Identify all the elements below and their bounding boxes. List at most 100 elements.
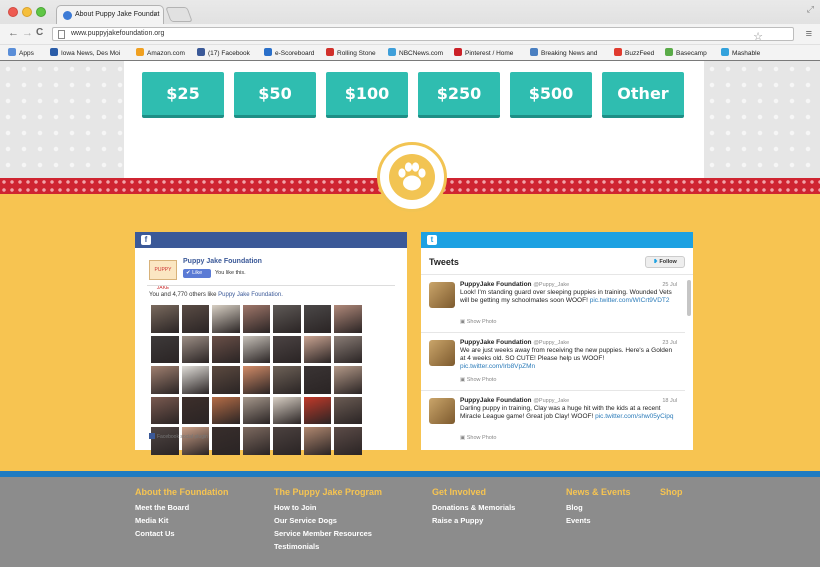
bookmark-item[interactable]: Breaking News and [530,48,597,57]
fullscreen-icon[interactable]: ⤢ [807,4,814,15]
bookmark-item[interactable]: Rolling Stone [326,48,376,57]
tweet-avatar[interactable] [429,282,455,308]
tweet-avatar[interactable] [429,340,455,366]
fan-avatar[interactable] [151,396,179,424]
tweet-link[interactable]: pic.twitter.com/WICrt9VDT2 [590,297,670,304]
fan-avatar[interactable] [334,335,362,363]
footer-link[interactable]: Media Kit [135,514,228,527]
footer-link[interactable]: Service Member Resources [274,527,382,540]
bookmark-item[interactable]: e-Scoreboard [264,48,314,57]
fan-avatar[interactable] [212,305,240,333]
footer-heading[interactable]: Get Involved [432,487,515,497]
bookmark-item[interactable]: Basecamp [665,48,707,57]
close-window-button[interactable] [8,7,18,17]
fan-avatar[interactable] [303,427,331,455]
fan-avatar[interactable] [242,335,270,363]
fan-avatar[interactable] [242,366,270,394]
footer-link[interactable]: Raise a Puppy [432,514,515,527]
fan-avatar[interactable] [181,305,209,333]
footer-link[interactable]: Testimonials [274,540,382,553]
fan-avatar[interactable] [273,335,301,363]
fan-avatar[interactable] [334,427,362,455]
fan-avatar[interactable] [273,366,301,394]
footer-link[interactable]: Donations & Memorials [432,501,515,514]
bookmark-item[interactable]: (17) Facebook [197,48,250,57]
bookmark-item[interactable]: Amazon.com [136,48,185,57]
fan-avatar[interactable] [303,305,331,333]
fan-avatar[interactable] [273,427,301,455]
footer-link[interactable]: How to Join [274,501,382,514]
minimize-window-button[interactable] [22,7,32,17]
fan-avatar[interactable] [334,396,362,424]
tweet-scrollbar[interactable] [687,280,691,316]
facebook-like-button[interactable]: ✔ Like [183,269,211,278]
facebook-page-link[interactable]: Puppy Jake Foundation. [218,292,283,298]
footer-link[interactable]: Meet the Board [135,501,228,514]
footer-link[interactable]: Blog [566,501,631,514]
donate-amount-button[interactable]: $50 [234,72,316,118]
fan-avatar[interactable] [181,335,209,363]
donate-amount-button[interactable]: $250 [418,72,500,118]
fan-avatar[interactable] [181,366,209,394]
tab-close-icon[interactable]: × [153,10,158,19]
facebook-page-name[interactable]: Puppy Jake Foundation [183,258,262,265]
fan-avatar[interactable] [273,396,301,424]
fan-avatar[interactable] [303,366,331,394]
bookmark-item[interactable]: Apps [8,48,34,57]
tweet-link[interactable]: pic.twitter.com/shw05yCipq [595,413,673,420]
address-bar[interactable]: www.puppyjakefoundation.org ☆ [52,27,794,43]
fan-avatar[interactable] [273,305,301,333]
footer-heading[interactable]: About the Foundation [135,487,228,497]
menu-icon[interactable]: ≡ [806,28,812,40]
footer-heading[interactable]: News & Events [566,487,631,497]
show-photo-link[interactable]: ▣ Show Photo [460,319,496,325]
donate-amount-button[interactable]: $500 [510,72,592,118]
tweet-date[interactable]: 18 Jul [662,398,677,404]
fan-avatar[interactable] [334,305,362,333]
tweet-date[interactable]: 23 Jul [662,340,677,346]
fan-avatar[interactable] [212,427,240,455]
donate-other-button[interactable]: Other [602,72,684,118]
fan-avatar[interactable] [181,396,209,424]
bookmark-item[interactable]: Mashable [721,48,760,57]
tweet-avatar[interactable] [429,398,455,424]
tweet-author[interactable]: PuppyJake Foundation @Puppy_Jake [460,339,569,346]
donate-amount-button[interactable]: $25 [142,72,224,118]
back-arrow-icon[interactable]: ← [8,27,19,39]
fan-avatar[interactable] [212,335,240,363]
fan-avatar[interactable] [212,366,240,394]
bookmark-item[interactable]: BuzzFeed [614,48,654,57]
fan-avatar[interactable] [303,335,331,363]
fan-avatar[interactable] [151,305,179,333]
tweet-item[interactable]: PuppyJake Foundation @Puppy_Jake 18 Jul Da… [421,392,685,450]
forward-arrow-icon[interactable]: → [22,27,33,39]
fan-avatar[interactable] [334,366,362,394]
footer-heading[interactable]: Shop [660,487,683,497]
show-photo-link[interactable]: ▣ Show Photo [460,377,496,383]
fan-avatar[interactable] [151,427,179,455]
tweet-author[interactable]: PuppyJake Foundation @Puppy_Jake [460,397,569,404]
fan-avatar[interactable] [242,427,270,455]
footer-link[interactable]: Events [566,514,631,527]
tweet-list[interactable]: PuppyJake Foundation @Puppy_Jake 25 Jul Lo… [421,276,685,450]
tweet-author[interactable]: PuppyJake Foundation @Puppy_Jake [460,281,569,288]
new-tab-button[interactable] [165,7,193,22]
fan-avatar[interactable] [181,427,209,455]
fan-avatar[interactable] [151,366,179,394]
fan-avatar[interactable] [242,396,270,424]
show-photo-link[interactable]: ▣ Show Photo [460,435,496,441]
bookmark-item[interactable]: NBCNews.com [388,48,443,57]
bookmark-item[interactable]: Iowa News, Des Moi [50,48,120,57]
fan-avatar[interactable] [212,396,240,424]
bookmark-item[interactable]: Pinterest / Home [454,48,513,57]
browser-tab[interactable]: About Puppy Jake Foundat × [56,5,164,24]
fan-avatar[interactable] [303,396,331,424]
tweet-item[interactable]: PuppyJake Foundation @Puppy_Jake 23 Jul We… [421,334,685,392]
zoom-window-button[interactable] [36,7,46,17]
twitter-follow-button[interactable]: ❥ Follow [645,256,685,268]
reload-icon[interactable]: C [36,27,43,38]
footer-link[interactable]: Contact Us [135,527,228,540]
fan-avatar[interactable] [242,305,270,333]
footer-heading[interactable]: The Puppy Jake Program [274,487,382,497]
foundation-logo[interactable]: PUPPY JAKE [149,260,177,291]
